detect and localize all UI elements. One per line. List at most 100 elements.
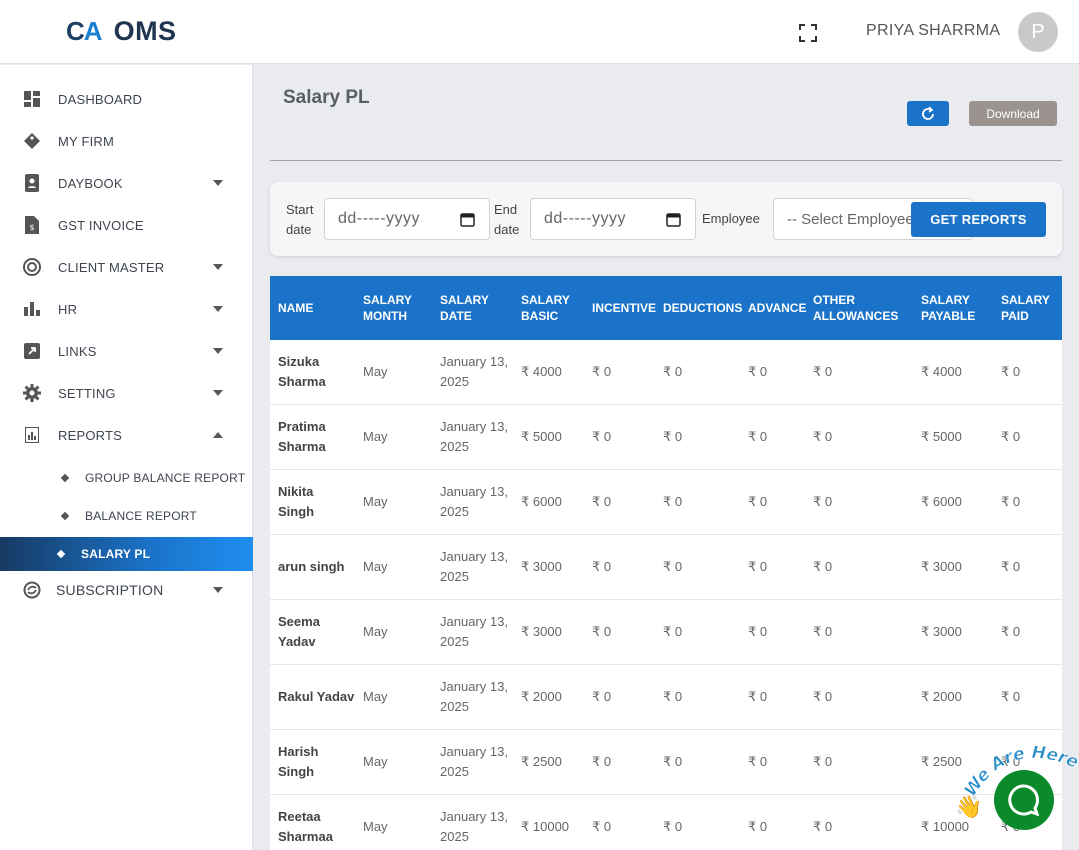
get-reports-button[interactable]: GET REPORTS (911, 202, 1046, 237)
sidebar-item-label: CLIENT MASTER (58, 259, 165, 275)
sidebar-subitem-balance-report[interactable]: BALANCE REPORT (0, 499, 253, 533)
cell-advance: ₹ 0 (748, 364, 768, 379)
bullet-icon (60, 473, 70, 483)
column-header-salary-month: SALARY MONTH (363, 293, 412, 323)
subscription-icon (22, 580, 42, 600)
table-row[interactable]: Nikita Singh May January 13, 2025 ₹ 6000 ₹ 0 ₹ … (270, 470, 1062, 535)
cell-salary-payable: ₹ 3000 (921, 624, 962, 639)
chevron-down-icon (213, 180, 223, 186)
table-row[interactable]: Rakul Yadav May January 13, 2025 ₹ 2000 ₹ 0 ₹ … (270, 665, 1062, 730)
cell-salary-paid: ₹ 0 (1001, 559, 1021, 574)
sidebar-item-label: LINKS (58, 343, 97, 359)
cell-salary-date: January 13, 2025 (440, 354, 508, 389)
table-header: NAME SALARY MONTH SALARY DATE SALARY BASIC INCE… (270, 276, 1062, 340)
sidebar-item-setting[interactable]: SETTING (0, 373, 253, 413)
table-row[interactable]: arun singh May January 13, 2025 ₹ 3000 ₹ 0 ₹ 0… (270, 535, 1062, 600)
chat-button[interactable] (994, 770, 1054, 830)
cell-salary-date: January 13, 2025 (440, 809, 508, 844)
sidebar-subitem-group-balance-report[interactable]: GROUP BALANCE REPORT (0, 461, 253, 495)
start-date-label: Start date (286, 200, 313, 240)
cell-incentive: ₹ 0 (592, 754, 612, 769)
chevron-down-icon (213, 390, 223, 396)
column-header-incentive: INCENTIVE (592, 301, 657, 315)
logo-mark: CA (66, 16, 103, 47)
sidebar-item-subscription[interactable]: SUBSCRIPTION (0, 570, 253, 610)
sidebar-item-reports[interactable]: REPORTS (0, 415, 253, 455)
cell-advance: ₹ 0 (748, 819, 768, 834)
sidebar-item-client-master[interactable]: CLIENT MASTER (0, 247, 253, 287)
cell-salary-payable: ₹ 5000 (921, 429, 962, 444)
cell-salary-date: January 13, 2025 (440, 549, 508, 584)
cell-name: Rakul Yadav (278, 689, 355, 704)
cell-salary-date: January 13, 2025 (440, 679, 508, 714)
cell-incentive: ₹ 0 (592, 819, 612, 834)
column-header-advance: ADVANCE (748, 301, 807, 315)
cell-salary-month: May (363, 689, 388, 704)
calendar-icon[interactable] (666, 212, 681, 227)
table-row[interactable]: Seema Yadav May January 13, 2025 ₹ 3000 ₹ 0 ₹ 0… (270, 600, 1062, 665)
cell-name: Nikita Singh (278, 484, 315, 519)
column-header-salary-paid: SALARY PAID (1001, 293, 1050, 323)
avatar[interactable]: P (1018, 12, 1058, 52)
app-logo[interactable]: CA OMS (66, 16, 177, 47)
cell-other-allowances: ₹ 0 (813, 429, 833, 444)
dashboard-icon (22, 89, 42, 109)
cell-salary-basic: ₹ 6000 (521, 494, 562, 509)
cell-incentive: ₹ 0 (592, 364, 612, 379)
start-date-input[interactable]: dd-----yyyy (324, 198, 490, 240)
logo-mark-a: A (83, 16, 103, 46)
download-button[interactable]: Download (969, 101, 1057, 126)
cell-salary-basic: ₹ 10000 (521, 819, 570, 834)
cell-name: Harish Singh (278, 744, 319, 779)
sidebar-subitem-label: GROUP BALANCE REPORT (85, 471, 246, 485)
bullet-icon (56, 549, 66, 559)
cell-salary-basic: ₹ 3000 (521, 624, 562, 639)
sidebar-item-dashboard[interactable]: DASHBOARD (0, 79, 253, 119)
sidebar-item-hr[interactable]: HR (0, 289, 253, 329)
cell-advance: ₹ 0 (748, 624, 768, 639)
chevron-down-icon (213, 587, 223, 593)
cell-name: Seema Yadav (278, 614, 320, 649)
cell-deductions: ₹ 0 (663, 559, 683, 574)
employee-label: Employee (702, 211, 760, 226)
end-date-value: dd-----yyyy (544, 210, 626, 227)
sidebar-item-links[interactable]: LINKS (0, 331, 253, 371)
cell-other-allowances: ₹ 0 (813, 754, 833, 769)
cell-deductions: ₹ 0 (663, 494, 683, 509)
employee-select-value: -- Select Employee -- (787, 211, 928, 228)
cell-name: Reetaa Sharmaa (278, 809, 333, 844)
table-row[interactable]: Pratima Sharma May January 13, 2025 ₹ 5000 ₹ 0… (270, 405, 1062, 470)
cell-salary-date: January 13, 2025 (440, 614, 508, 649)
cell-salary-month: May (363, 429, 388, 444)
table-row[interactable]: Sizuka Sharma May January 13, 2025 ₹ 4000 ₹ 0 ₹… (270, 340, 1062, 405)
sidebar-item-label: SETTING (58, 385, 116, 401)
cell-incentive: ₹ 0 (592, 559, 612, 574)
invoice-icon: $ (22, 215, 42, 235)
user-name[interactable]: PRIYA SHARRMA (866, 22, 1000, 40)
cell-salary-paid: ₹ 0 (1001, 364, 1021, 379)
cell-salary-basic: ₹ 5000 (521, 429, 562, 444)
divider (270, 160, 1062, 161)
refresh-button[interactable] (907, 101, 949, 126)
calendar-icon[interactable] (460, 212, 475, 227)
client-icon (22, 257, 42, 277)
svg-text:$: $ (29, 223, 34, 232)
cell-salary-date: January 13, 2025 (440, 484, 508, 519)
table-row[interactable]: Harish Singh May January 13, 2025 ₹ 2500 ₹ 0 ₹ … (270, 730, 1062, 795)
sidebar-item-my-firm[interactable]: MY FIRM (0, 121, 253, 161)
refresh-icon (922, 105, 934, 120)
cell-incentive: ₹ 0 (592, 689, 612, 704)
sidebar-item-gst-invoice[interactable]: $ GST INVOICE (0, 205, 253, 245)
cell-salary-paid: ₹ 0 (1001, 624, 1021, 639)
sidebar-subitem-salary-pl[interactable]: SALARY PL (0, 537, 253, 571)
table-row[interactable]: Reetaa Sharmaa May January 13, 2025 ₹ 10000 ₹ … (270, 795, 1062, 850)
sidebar-item-daybook[interactable]: DAYBOOK (0, 163, 253, 203)
cell-salary-month: May (363, 364, 388, 379)
cell-salary-month: May (363, 819, 388, 834)
sidebar-item-label: SUBSCRIPTION (56, 582, 164, 598)
fullscreen-icon[interactable] (799, 24, 817, 42)
column-header-salary-payable: SALARY PAYABLE (921, 293, 976, 323)
cell-advance: ₹ 0 (748, 429, 768, 444)
cell-salary-payable: ₹ 6000 (921, 494, 962, 509)
end-date-input[interactable]: dd-----yyyy (530, 198, 696, 240)
